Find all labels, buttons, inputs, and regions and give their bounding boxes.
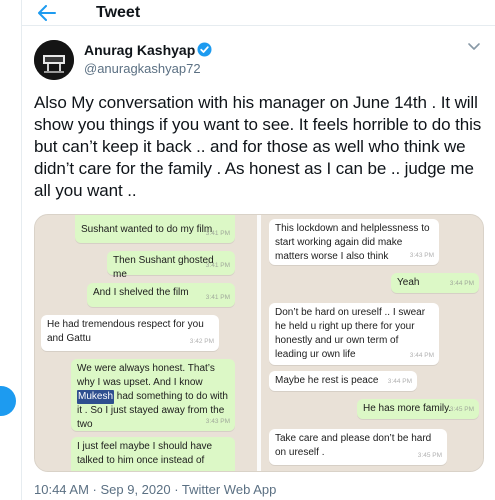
- message-time: 3:41 PM: [205, 262, 230, 269]
- message-time: 3:45 PM: [449, 406, 474, 413]
- message-time: 3:45 PM: [417, 452, 442, 459]
- tweet-timestamp[interactable]: 10:44 AM · Sep 9, 2020 · Twitter Web App: [34, 482, 276, 497]
- verified-badge-icon: [197, 42, 212, 57]
- message-bubble: And I shelved the film 3:41 PM: [87, 283, 235, 307]
- message-time: 3:44 PM: [449, 280, 474, 287]
- message-bubble: Yeah 3:44 PM: [391, 273, 479, 293]
- message-time: 3:41 PM: [205, 294, 230, 301]
- message-time: 3:44 PM: [387, 378, 412, 385]
- message-time: 3:42 PM: [189, 338, 214, 345]
- page-title: Tweet: [96, 3, 141, 21]
- compose-tweet-button[interactable]: [0, 386, 16, 416]
- message-bubble: We were always honest. That’s why I was …: [71, 359, 235, 431]
- message-bubble: This lockdown and helplessness to start …: [269, 219, 439, 265]
- message-text: Maybe he rest is peace: [275, 375, 379, 386]
- author-name[interactable]: Anurag Kashyap: [84, 42, 195, 58]
- redacted-name: Mukesh: [77, 390, 115, 404]
- message-text: I just feel maybe I should have talked t…: [77, 441, 213, 466]
- tweet-image[interactable]: Sushant wanted to do my film 3:41 PM The…: [34, 214, 484, 472]
- message-time: 3:41 PM: [205, 230, 230, 237]
- message-text: He had tremendous respect for you and Ga…: [47, 319, 204, 344]
- message-bubble: He had tremendous respect for you and Ga…: [41, 315, 219, 351]
- avatar[interactable]: [34, 40, 74, 80]
- message-text: And I shelved the film: [93, 287, 189, 298]
- message-bubble: Take care and please don’t be hard on ur…: [269, 429, 447, 465]
- author-handle[interactable]: @anuragkashyap72: [84, 61, 201, 76]
- message-text: He has more family.: [363, 403, 452, 414]
- chat-screenshot-right: This lockdown and helplessness to start …: [261, 215, 483, 471]
- message-text: Take care and please don’t be hard on ur…: [275, 433, 432, 458]
- message-text: Then Sushant ghosted me: [113, 255, 214, 280]
- tweet-text: Also My conversation with his manager on…: [34, 93, 482, 200]
- message-text: Don’t be hard on ureself .. I swear he h…: [275, 307, 426, 360]
- message-bubble: I just feel maybe I should have talked t…: [71, 437, 235, 471]
- message-bubble: Sushant wanted to do my film 3:41 PM: [75, 215, 235, 243]
- message-time: 3:44 PM: [409, 352, 434, 359]
- message-time: 3:43 PM: [409, 252, 434, 259]
- message-text: Sushant wanted to do my film: [81, 224, 213, 235]
- arrow-left-icon[interactable]: [32, 2, 62, 24]
- message-bubble: Don’t be hard on ureself .. I swear he h…: [269, 303, 439, 365]
- page-header: Tweet: [22, 0, 495, 26]
- message-bubble: He has more family. 3:45 PM: [357, 399, 479, 419]
- message-bubble: Maybe he rest is peace 3:44 PM: [269, 371, 417, 391]
- left-sidebar-edge: [0, 0, 22, 500]
- message-text: This lockdown and helplessness to start …: [275, 223, 430, 262]
- chevron-down-icon[interactable]: [465, 42, 483, 56]
- message-text: Yeah: [397, 277, 420, 288]
- message-bubble: Then Sushant ghosted me 3:41 PM: [107, 251, 235, 280]
- tweet-author: Anurag Kashyap @anuragkashyap72: [34, 40, 483, 80]
- chat-screenshot-left: Sushant wanted to do my film 3:41 PM The…: [35, 215, 257, 471]
- message-time: 3:43 PM: [205, 418, 230, 425]
- message-text: We were always honest. That’s why I was …: [77, 363, 215, 388]
